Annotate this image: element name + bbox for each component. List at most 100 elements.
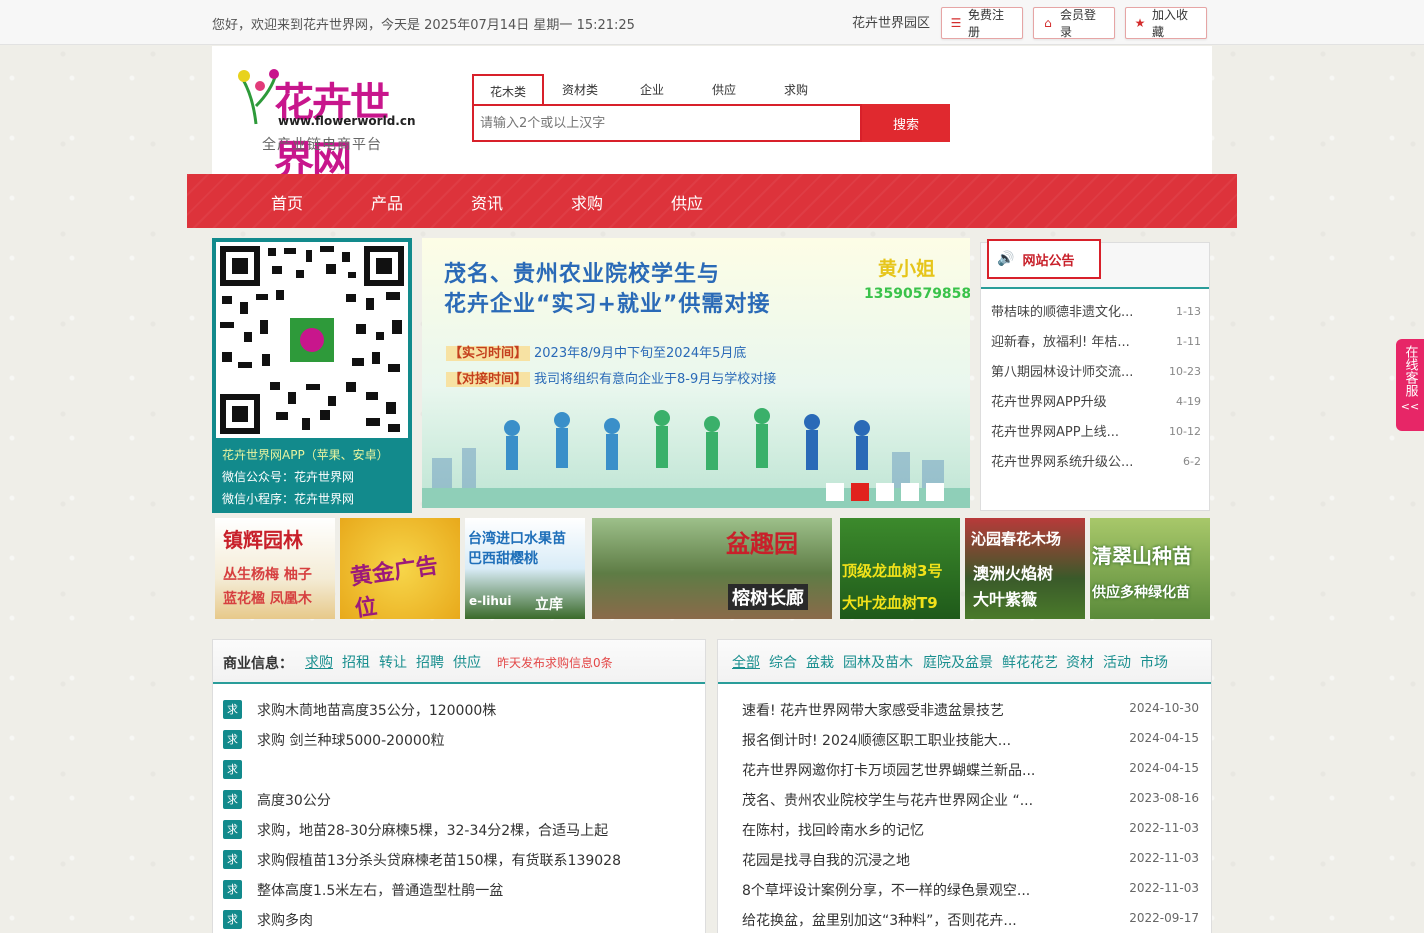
- list-item[interactable]: 求求购 剑兰种球5000-20000粒: [213, 728, 705, 758]
- purchase-badge: 求: [223, 760, 242, 779]
- news-item-title: 8个草坪设计案例分享，不一样的绿色景观空...: [742, 883, 1031, 899]
- ad-qingcuishan[interactable]: 清翠山种苗 供应多种绿化苗: [1090, 518, 1210, 619]
- ad-taiwan-line1: 台湾进口水果苗: [468, 531, 566, 547]
- ad-zhenhui[interactable]: 镇辉园林 丛生杨梅 柚子 蓝花楹 凤凰木: [215, 518, 335, 619]
- banner-dot-4[interactable]: [901, 483, 919, 501]
- search-tab-materials[interactable]: 资材类: [544, 74, 616, 104]
- notice-item-date: 1-11: [1176, 335, 1201, 348]
- ad-qinyuanchun-line1: 澳洲火焰树: [973, 564, 1054, 583]
- news-tab-floral[interactable]: 鲜花花艺: [1002, 652, 1058, 672]
- ad-gold-slot[interactable]: 黄金广告位: [340, 518, 460, 619]
- ad-qinyuanchun[interactable]: 沁园春花木场 澳洲火焰树 大叶紫薇: [965, 518, 1085, 619]
- notice-item-date: 10-23: [1169, 365, 1201, 378]
- banner-dot-1[interactable]: [826, 483, 844, 501]
- search-input[interactable]: [474, 106, 860, 140]
- list-item[interactable]: 第八期园林设计师交流... 10-23: [991, 361, 1201, 391]
- banner-dot-2[interactable]: [851, 483, 869, 501]
- news-item-title: 花园是找寻自我的沉浸之地: [742, 853, 910, 869]
- list-item[interactable]: 花卉世界网邀你打卡万顷园艺世界蝴蝶兰新品... 2024-04-15: [718, 758, 1211, 788]
- list-icon: ☰: [950, 15, 962, 30]
- business-item-title: 求购 剑兰种球5000-20000粒: [257, 733, 445, 749]
- list-item[interactable]: 速看! 花卉世界网带大家感受非遗盆景技艺 2024-10-30: [718, 698, 1211, 728]
- park-link[interactable]: 花卉世界园区: [852, 12, 930, 31]
- business-tab-recruit[interactable]: 招聘: [416, 652, 444, 672]
- business-tab-supply[interactable]: 供应: [453, 652, 481, 672]
- ad-penquyuan[interactable]: 盆趣园 榕树长廊: [592, 518, 832, 619]
- business-item-title: 求购，地苗28-30分麻楝5棵，32-34分2棵，合适马上起: [257, 823, 609, 839]
- list-item[interactable]: 迎新春，放福利! 年桔... 1-11: [991, 331, 1201, 361]
- news-tab-market[interactable]: 市场: [1140, 652, 1168, 672]
- banner-slide[interactable]: 茂名、贵州农业院校学生与 花卉企业“实习+就业”供需对接 黄小姐 1359057…: [422, 238, 970, 508]
- news-tab-landscape[interactable]: 园林及苗木: [843, 652, 913, 672]
- list-item[interactable]: 花卉世界网APP上线... 10-12: [991, 421, 1201, 451]
- business-tab-purchase[interactable]: 求购: [305, 652, 333, 672]
- notice-panel: 🔊 网站公告 带桔味的顺德非遗文化... 1-13 迎新春，放福利! 年桔... 1…: [980, 239, 1210, 511]
- list-item[interactable]: 求求购木茼地苗高度35公分，120000株: [213, 698, 705, 728]
- search-tab-supply[interactable]: 供应: [688, 74, 760, 104]
- site-logo[interactable]: 花卉世界网 www.flowerworld.cn 全产业链电商平台: [236, 66, 416, 184]
- list-item[interactable]: 求求购假植苗13分杀头贷麻楝老苗150棵，有货联系139028: [213, 848, 705, 878]
- logo-slogan: 全产业链电商平台: [262, 137, 382, 153]
- news-tab-general[interactable]: 综合: [769, 652, 797, 672]
- list-item[interactable]: 花卉世界网APP升级 4-19: [991, 391, 1201, 421]
- list-item[interactable]: 茂名、贵州农业院校学生与花卉世界网企业 “... 2023-08-16: [718, 788, 1211, 818]
- banner-dot-5[interactable]: [926, 483, 944, 501]
- business-info-panel: 商业信息： 求购 招租 转让 招聘 供应 昨天发布求购信息0条 求求购木茼地苗高…: [212, 639, 706, 933]
- notice-list: 带桔味的顺德非遗文化... 1-13 迎新春，放福利! 年桔... 1-11 第八期…: [991, 301, 1201, 481]
- register-button[interactable]: ☰ 免费注册: [941, 7, 1023, 39]
- list-item[interactable]: 8个草坪设计案例分享，不一样的绿色景观空... 2022-11-03: [718, 878, 1211, 908]
- qr-block: 花卉世界网APP（苹果、安卓） 微信公众号：花卉世界网 微信小程序：花卉世界网: [212, 238, 412, 513]
- news-tab-all[interactable]: 全部: [732, 652, 760, 672]
- greeting-text: 您好，欢迎来到花卉世界网，今天是 2025年07月14日 星期一 15:21:2…: [212, 18, 635, 33]
- notice-item-title: 花卉世界网APP上线...: [991, 425, 1119, 440]
- news-tab-materials[interactable]: 资材: [1066, 652, 1094, 672]
- business-tab-transfer[interactable]: 转让: [379, 652, 407, 672]
- search-tab-purchase[interactable]: 求购: [760, 74, 832, 104]
- ad-dragon-tree[interactable]: 顶级龙血树3号 大叶龙血树T9: [840, 518, 960, 619]
- search-tab-plants[interactable]: 花木类: [472, 74, 544, 106]
- banner-line-2: 【对接时间】 我司将组织有意向企业于8-9月与学校对接: [446, 368, 776, 387]
- news-item-title: 速看! 花卉世界网带大家感受非遗盆景技艺: [742, 703, 1005, 719]
- notice-item-title: 花卉世界网系统升级公...: [991, 455, 1134, 470]
- list-item[interactable]: 花园是找寻自我的沉浸之地 2022-11-03: [718, 848, 1211, 878]
- banner-text-2: 我司将组织有意向企业于8-9月与学校对接: [534, 372, 777, 387]
- ad-taiwan-line2: 巴西甜樱桃: [468, 551, 538, 567]
- list-item[interactable]: 带桔味的顺德非遗文化... 1-13: [991, 301, 1201, 331]
- purchase-badge: 求: [223, 700, 242, 719]
- business-note: 昨天发布求购信息0条: [497, 656, 613, 670]
- business-item-title: 高度30公分: [257, 793, 331, 809]
- banner-dot-3[interactable]: [876, 483, 894, 501]
- business-tab-rent[interactable]: 招租: [342, 652, 370, 672]
- nav-supply[interactable]: 供应: [671, 190, 703, 214]
- online-service-tab[interactable]: 在线客服 <<: [1396, 339, 1424, 431]
- nav-home[interactable]: 首页: [271, 190, 303, 214]
- business-info-header: 商业信息： 求购 招租 转让 招聘 供应 昨天发布求购信息0条: [213, 640, 705, 684]
- banner-tag-1: 【实习时间】: [446, 346, 531, 361]
- list-item[interactable]: 花卉世界网系统升级公... 6-2: [991, 451, 1201, 481]
- banner-headline-2: 花卉企业“实习+就业”供需对接: [444, 292, 771, 317]
- list-item[interactable]: 给花换盆，盆里别加这“3种料”，否则花卉... 2022-09-17: [718, 908, 1211, 933]
- nav-products[interactable]: 产品: [371, 190, 403, 214]
- list-item[interactable]: 报名倒计时! 2024顺德区职工职业技能大... 2024-04-15: [718, 728, 1211, 758]
- login-button[interactable]: ⌂ 会员登录: [1033, 7, 1115, 39]
- favorite-button[interactable]: ★ 加入收藏: [1125, 7, 1207, 39]
- nav-purchase[interactable]: 求购: [571, 190, 603, 214]
- news-tab-potted[interactable]: 盆栽: [806, 652, 834, 672]
- top-bar: 您好，欢迎来到花卉世界网，今天是 2025年07月14日 星期一 15:21:2…: [0, 0, 1424, 45]
- news-tab-garden[interactable]: 庭院及盆景: [923, 652, 993, 672]
- search-button[interactable]: 搜索: [862, 104, 950, 142]
- nav-news[interactable]: 资讯: [471, 190, 503, 214]
- list-item[interactable]: 求整体高度1.5米左右，普通造型杜鹃一盆: [213, 878, 705, 908]
- news-item-date: 2024-04-15: [1129, 731, 1199, 745]
- news-item-date: 2022-11-03: [1129, 851, 1199, 865]
- search-tab-company[interactable]: 企业: [616, 74, 688, 104]
- list-item[interactable]: 求求购多肉: [213, 908, 705, 933]
- ad-taiwan-fruit[interactable]: 台湾进口水果苗 巴西甜樱桃 e-lihui 立庠: [465, 518, 585, 619]
- list-item[interactable]: 求: [213, 758, 705, 788]
- banner-line-1: 【实习时间】 2023年8/9月中下旬至2024年5月底: [446, 342, 746, 361]
- list-item[interactable]: 在陈村，找回岭南水乡的记忆 2022-11-03: [718, 818, 1211, 848]
- list-item[interactable]: 求高度30公分: [213, 788, 705, 818]
- list-item[interactable]: 求求购，地苗28-30分麻楝5棵，32-34分2棵，合适马上起: [213, 818, 705, 848]
- logo-url: www.flowerworld.cn: [278, 114, 416, 128]
- news-tab-events[interactable]: 活动: [1103, 652, 1131, 672]
